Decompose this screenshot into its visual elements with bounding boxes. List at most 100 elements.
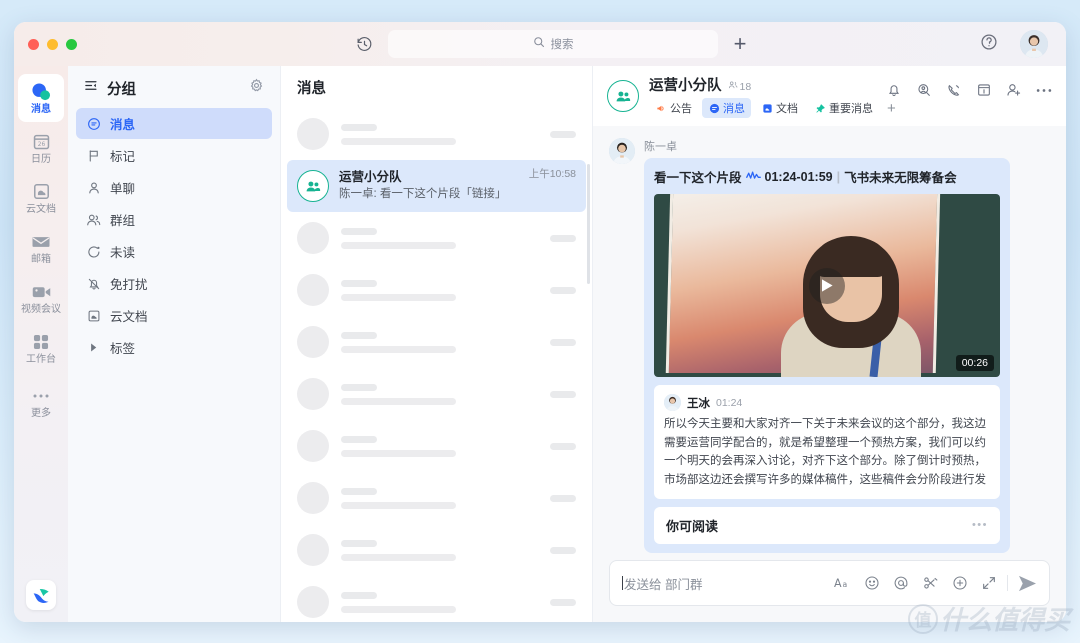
video-preview[interactable]: 00:26 <box>654 194 1000 377</box>
calendar-box-icon[interactable] <box>976 82 992 98</box>
time-placeholder <box>550 598 576 606</box>
rail-item-cloud-docs[interactable]: 云文档 <box>18 174 64 222</box>
more-ellipsis-icon[interactable]: ••• <box>972 519 988 531</box>
group-item-label: 免打扰 <box>110 278 148 292</box>
cloud-doc-icon <box>32 181 51 202</box>
group-item-label: 云文档 <box>110 310 148 324</box>
conversation-item-active[interactable]: 运营小分队 陈一卓: 看一下这个片段「链接」 上午10:58 <box>287 160 586 212</box>
user-avatar[interactable] <box>1020 30 1048 58</box>
chat-meta: 运营小分队 18 公告 消息 文档 重要消息 + <box>649 74 900 118</box>
expand-icon[interactable] <box>981 575 997 591</box>
rail-item-more[interactable]: 更多 <box>18 378 64 426</box>
member-count-value: 18 <box>739 80 752 93</box>
rail-label: 邮箱 <box>31 254 51 265</box>
text-placeholder <box>341 123 538 145</box>
add-tab-button[interactable]: + <box>883 101 900 116</box>
list-item[interactable] <box>281 264 592 316</box>
calendar-26-icon: 26 <box>32 131 51 152</box>
tab-announcement[interactable]: 公告 <box>649 98 698 118</box>
send-paperplane-icon[interactable] <box>1018 575 1037 592</box>
group-item-tags[interactable]: 标签 <box>76 332 272 363</box>
video-camera-icon <box>31 281 52 302</box>
collapse-list-icon[interactable] <box>84 78 99 98</box>
ellipsis-icon <box>32 385 50 406</box>
tab-important-messages[interactable]: 重要消息 <box>808 98 879 118</box>
list-item[interactable] <box>281 368 592 420</box>
rail-item-messages[interactable]: 消息 <box>18 74 64 122</box>
flag-icon <box>86 148 101 163</box>
minimize-window-button[interactable] <box>47 38 58 50</box>
rail-item-video-meeting[interactable]: 视频会议 <box>18 274 64 322</box>
read-card[interactable]: 你可阅读 ••• <box>654 506 1000 544</box>
list-item[interactable] <box>281 472 592 524</box>
maximize-window-button[interactable] <box>66 38 77 50</box>
tab-docs[interactable]: 文档 <box>755 98 804 118</box>
group-item-flagged[interactable]: 标记 <box>76 140 272 171</box>
message-list-scroll[interactable]: 运营小分队 陈一卓: 看一下这个片段「链接」 上午10:58 <box>281 108 592 622</box>
message-list-scrollbar[interactable] <box>587 164 590 284</box>
message-input[interactable]: 发送给 部门群 <box>622 574 824 593</box>
chat-tabs: 公告 消息 文档 重要消息 + <box>649 98 900 118</box>
history-clock-icon[interactable] <box>352 32 376 56</box>
group-item-label: 标签 <box>110 342 136 356</box>
plus-circle-icon[interactable] <box>952 575 968 591</box>
groups-title: 分组 <box>107 81 136 98</box>
group-item-messages[interactable]: 消息 <box>76 108 272 139</box>
list-item[interactable] <box>281 108 592 160</box>
mail-envelope-icon <box>31 231 51 252</box>
group-item-cloud-docs[interactable]: 云文档 <box>76 300 272 331</box>
new-item-button[interactable]: + <box>728 32 752 56</box>
groups-header: 分组 <box>76 68 272 108</box>
tab-label: 文档 <box>776 103 798 115</box>
rail-item-workplace[interactable]: 工作台 <box>18 324 64 372</box>
more-ellipsis-icon[interactable] <box>1036 88 1052 93</box>
group-item-groups[interactable]: 群组 <box>76 204 272 235</box>
phone-call-icon[interactable] <box>946 82 962 98</box>
mention-at-icon[interactable] <box>893 575 909 591</box>
clip-source: 飞书未来无限筹备会 <box>844 171 957 185</box>
list-item[interactable] <box>281 576 592 622</box>
list-item[interactable] <box>281 212 592 264</box>
group-item-label: 标记 <box>110 150 136 164</box>
chat-bubbles-icon <box>30 81 52 102</box>
emoji-icon[interactable] <box>864 575 880 591</box>
left-nav-rail: 消息 26 日历 云文档 邮箱 视频会议 工作台 更多 <box>14 66 68 622</box>
font-format-icon[interactable]: Aa <box>834 576 851 590</box>
composer-box[interactable]: 发送给 部门群 Aa <box>609 560 1050 606</box>
bell-icon[interactable] <box>886 82 902 98</box>
group-item-single-chat[interactable]: 单聊 <box>76 172 272 203</box>
list-item[interactable] <box>281 420 592 472</box>
chat-member-count[interactable]: 18 <box>728 80 752 93</box>
svg-text:A: A <box>834 577 842 590</box>
chat-header: 运营小分队 18 公告 消息 文档 重要消息 + <box>593 66 1066 126</box>
messages-area[interactable]: 陈一卓 看一下这个片段 01:24-01:59 | 飞书未来无限筹备会 00:2… <box>593 126 1066 554</box>
text-placeholder <box>341 279 538 301</box>
title-bar: 搜索 + <box>14 22 1066 66</box>
play-triangle-icon[interactable] <box>809 267 845 304</box>
search-input[interactable]: 搜索 <box>388 30 718 58</box>
group-item-label: 单聊 <box>110 182 136 196</box>
feishu-lark-logo[interactable] <box>26 580 56 610</box>
group-item-do-not-disturb[interactable]: 免打扰 <box>76 268 272 299</box>
group-item-unread[interactable]: 未读 <box>76 236 272 267</box>
rail-item-calendar[interactable]: 26 日历 <box>18 124 64 172</box>
search-person-icon[interactable] <box>916 82 932 98</box>
group-item-label: 群组 <box>110 214 136 228</box>
close-window-button[interactable] <box>28 38 39 50</box>
avatar-placeholder <box>297 586 329 618</box>
add-member-icon[interactable] <box>1006 82 1022 98</box>
text-placeholder <box>341 383 538 405</box>
scissors-clip-icon[interactable] <box>922 575 939 591</box>
clip-title-row: 看一下这个片段 01:24-01:59 | 飞书未来无限筹备会 <box>654 167 1000 186</box>
rail-item-mail[interactable]: 邮箱 <box>18 224 64 272</box>
gear-icon[interactable] <box>249 78 264 98</box>
speaker-avatar <box>664 394 681 411</box>
chat-group-avatar[interactable] <box>607 80 639 112</box>
tab-messages[interactable]: 消息 <box>702 98 751 118</box>
list-item[interactable] <box>281 524 592 576</box>
sender-avatar[interactable] <box>609 138 635 164</box>
help-circle-icon[interactable] <box>980 33 1002 55</box>
list-item[interactable] <box>281 316 592 368</box>
members-icon <box>728 80 738 93</box>
text-placeholder <box>341 435 538 457</box>
